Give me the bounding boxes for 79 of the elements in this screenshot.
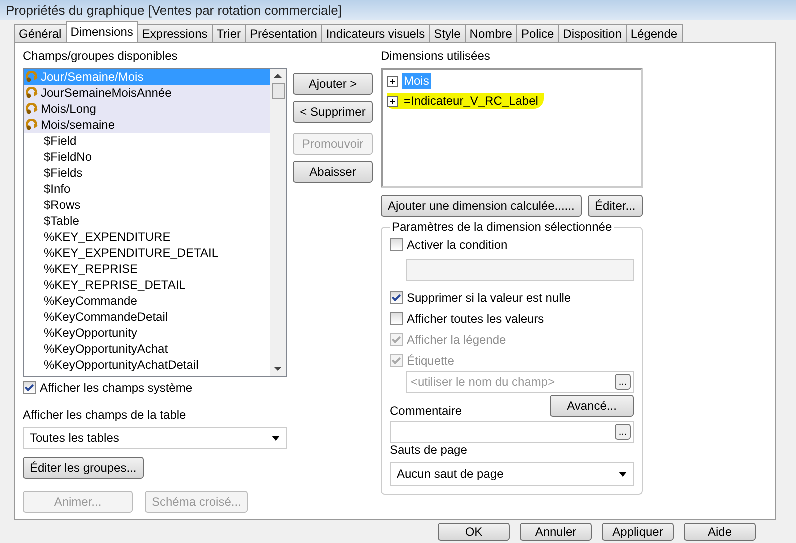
list-item[interactable]: JourSemaineMoisAnnée xyxy=(24,85,270,101)
dialog-button[interactable]: Éditer... xyxy=(588,195,643,217)
tab[interactable]: Indicateurs visuels xyxy=(321,24,430,42)
checkbox[interactable]: Activer la condition xyxy=(390,234,634,255)
checkbox-box[interactable] xyxy=(23,381,36,394)
list-item[interactable]: Mois/Long xyxy=(24,101,270,117)
tab[interactable]: Légende xyxy=(626,24,683,42)
checkbox[interactable]: Afficher toutes les valeurs xyxy=(390,308,634,329)
dialog-button[interactable]: Abaisser xyxy=(293,161,373,183)
dialog-button[interactable]: Éditer les groupes... xyxy=(23,457,144,479)
expand-icon[interactable] xyxy=(387,76,398,86)
list-item[interactable]: $Fields xyxy=(24,165,270,181)
list-item[interactable]: %KEY_EXPENDITURE xyxy=(24,229,270,245)
list-item[interactable]: %KEY_REPRISE xyxy=(24,261,270,277)
scroll-thumb[interactable] xyxy=(272,83,284,99)
table-label: Afficher les champs de la table xyxy=(23,408,188,422)
scroll-down-icon[interactable] xyxy=(274,367,282,372)
list-item[interactable]: $Field xyxy=(24,133,270,149)
list-item[interactable]: $Info xyxy=(24,181,270,197)
list-label: Champs/groupes disponibles xyxy=(23,49,179,63)
dialog-button[interactable]: Appliquer xyxy=(602,523,674,541)
list-item[interactable]: %KEY_EXPENDITURE_DETAIL xyxy=(24,245,270,261)
dialog-button[interactable]: OK xyxy=(438,523,510,541)
advanced-button[interactable]: Avancé... xyxy=(550,395,634,417)
tab[interactable]: Dimensions xyxy=(66,21,138,42)
comment-label: Commentaire xyxy=(390,404,462,418)
label-field[interactable]: <utiliser le nom du champ> ... xyxy=(406,371,634,393)
list-item[interactable]: Mois/semaine xyxy=(24,117,270,133)
browse-button[interactable]: ... xyxy=(615,424,631,440)
checkbox-label: Afficher toutes les valeurs xyxy=(407,312,544,326)
condition-field[interactable] xyxy=(406,259,634,281)
scrollbar[interactable] xyxy=(270,69,286,376)
tab[interactable]: Disposition xyxy=(558,24,627,42)
list-item[interactable]: %KeyOpportunity xyxy=(24,325,270,341)
list-item[interactable]: $FieldNo xyxy=(24,149,270,165)
list-item[interactable]: %KeyCommandeDetail xyxy=(24,309,270,325)
page-break-dropdown[interactable]: Aucun saut de page xyxy=(390,462,634,486)
checkbox-label: Activer la condition xyxy=(407,238,508,252)
checkbox-label: Supprimer si la valeur est nulle xyxy=(407,290,572,304)
page-break-label: Sauts de page xyxy=(390,443,468,457)
scroll-up-icon[interactable] xyxy=(274,74,282,78)
tab[interactable]: Nombre xyxy=(464,24,518,42)
group-icon xyxy=(26,119,39,131)
table-dropdown[interactable]: Toutes les tables xyxy=(23,427,287,449)
checkbox-box[interactable] xyxy=(390,238,403,251)
dialog-button[interactable]: Ajouter > xyxy=(293,73,373,95)
list-item[interactable]: $Rows xyxy=(24,197,270,213)
tab[interactable]: Police xyxy=(516,24,560,42)
tab[interactable]: Trier xyxy=(212,24,246,42)
list-item[interactable]: %KeyOpportunityAchatDetail xyxy=(24,357,270,373)
dialog-button[interactable]: Annuler xyxy=(520,523,592,541)
tab[interactable]: Général xyxy=(14,24,67,42)
tab[interactable]: Présentation xyxy=(245,24,322,42)
window-title: Propriétés du graphique [Ventes par rotation commerciale] xyxy=(6,2,342,18)
checkbox-label: Afficher la légende xyxy=(407,332,506,346)
group-icon xyxy=(26,71,39,83)
checkbox-box[interactable] xyxy=(390,312,403,325)
comment-field[interactable]: ... xyxy=(390,421,634,443)
tab[interactable]: Expressions xyxy=(137,24,213,42)
checkbox-box[interactable] xyxy=(390,291,403,304)
checkbox[interactable]: Supprimer si la valeur est nulle xyxy=(390,287,634,308)
checkbox[interactable]: Afficher les champs système xyxy=(23,377,287,398)
list-item[interactable]: %KeyCommande xyxy=(24,293,270,309)
list-label: Dimensions utilisées xyxy=(381,49,492,63)
group-title: Paramètres de la dimension sélectionnée xyxy=(391,220,614,234)
dialog-button[interactable]: < Supprimer xyxy=(293,101,373,123)
group-icon xyxy=(26,103,39,115)
browse-button[interactable]: ... xyxy=(615,374,631,390)
dialog-button[interactable]: Aide xyxy=(684,523,756,541)
dialog-button[interactable]: Ajouter une dimension calculée...... xyxy=(381,195,582,217)
checkbox-label: Étiquette xyxy=(407,354,454,368)
group-icon xyxy=(26,87,39,99)
list-item[interactable]: %KEY_REPRISE_DETAIL xyxy=(24,277,270,293)
list-item[interactable]: %KeyOpportunityAchat xyxy=(24,341,270,357)
list-item[interactable]: $Table xyxy=(24,213,270,229)
expand-icon[interactable] xyxy=(387,96,398,106)
checkbox-label: Afficher les champs système xyxy=(40,380,193,395)
dimension-text: Mois xyxy=(402,73,432,89)
tab[interactable]: Style xyxy=(429,24,466,42)
